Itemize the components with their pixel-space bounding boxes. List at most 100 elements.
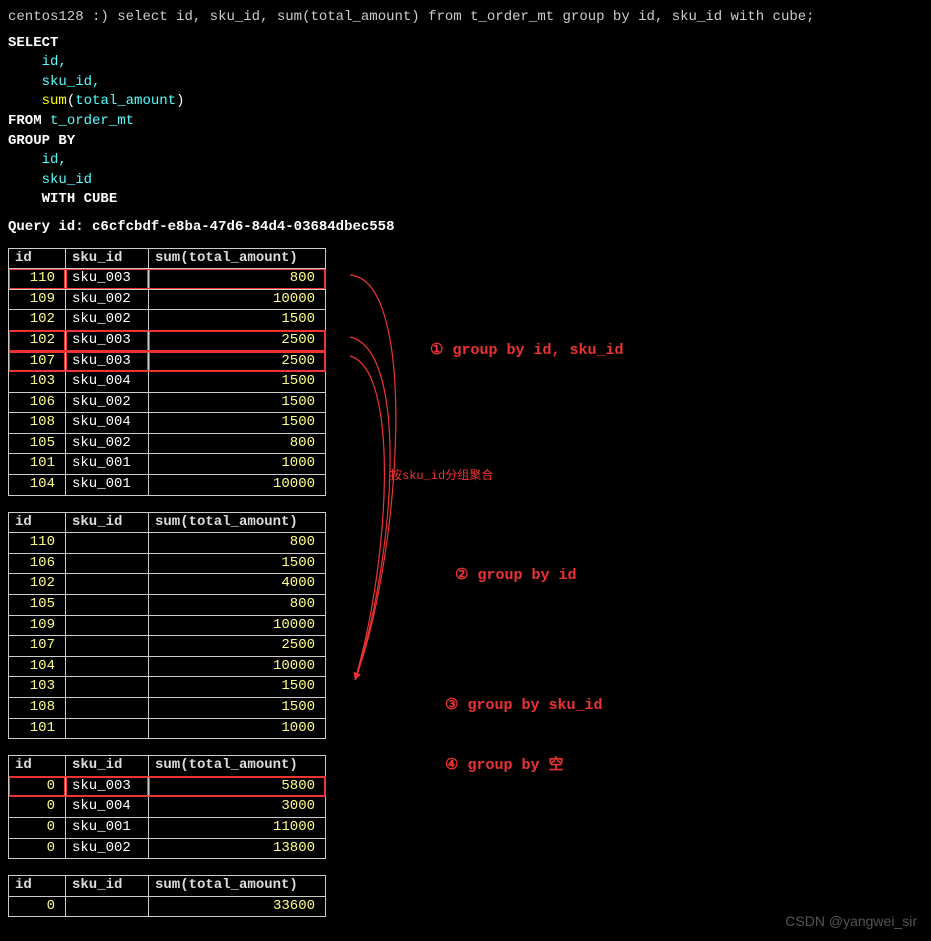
sql-from: FROM bbox=[8, 113, 42, 129]
table-row: 105sku_002800 bbox=[9, 433, 326, 454]
prompt-symbol: :) bbox=[92, 9, 109, 25]
cell-id: 102 bbox=[9, 330, 66, 351]
cell-sum: 1500 bbox=[149, 677, 326, 698]
cell-sum: 1500 bbox=[149, 310, 326, 331]
cell-id: 105 bbox=[9, 595, 66, 616]
table-row: 108 1500 bbox=[9, 698, 326, 719]
cell-id: 107 bbox=[9, 351, 66, 372]
sql-groupby: GROUP BY bbox=[8, 133, 75, 149]
cell-sku: sku_003 bbox=[66, 776, 149, 797]
col-sku: sku_id bbox=[66, 876, 149, 897]
cell-id: 0 bbox=[9, 797, 66, 818]
annotation-2: ② group by id bbox=[455, 565, 576, 586]
table-header: id sku_id sum(total_amount) bbox=[9, 512, 326, 533]
annotation-mid: 按sku_id分组聚合 bbox=[390, 468, 493, 485]
table-row: 0sku_0043000 bbox=[9, 797, 326, 818]
cell-sum: 1500 bbox=[149, 372, 326, 393]
table-header: id sku_id sum(total_amount) bbox=[9, 876, 326, 897]
cell-id: 104 bbox=[9, 475, 66, 496]
cell-id: 101 bbox=[9, 718, 66, 739]
cell-sum: 10000 bbox=[149, 475, 326, 496]
sql-gb2: sku_id bbox=[42, 172, 92, 188]
cell-sku bbox=[66, 595, 149, 616]
cell-sum: 10000 bbox=[149, 289, 326, 310]
col-sum: sum(total_amount) bbox=[149, 756, 326, 777]
cell-id: 102 bbox=[9, 310, 66, 331]
table-row: 110sku_003800 bbox=[9, 269, 326, 290]
result-table-3: id sku_id sum(total_amount) 0sku_0035800… bbox=[8, 755, 326, 859]
cell-sku bbox=[66, 553, 149, 574]
cell-sum: 1500 bbox=[149, 553, 326, 574]
table-row: 0sku_00213800 bbox=[9, 838, 326, 859]
table-row: 106 1500 bbox=[9, 553, 326, 574]
sql-table: t_order_mt bbox=[50, 113, 134, 129]
cell-sku: sku_002 bbox=[66, 289, 149, 310]
cell-sku: sku_004 bbox=[66, 797, 149, 818]
col-id: id bbox=[9, 512, 66, 533]
table-row: 105 800 bbox=[9, 595, 326, 616]
cell-id: 102 bbox=[9, 574, 66, 595]
cell-id: 106 bbox=[9, 392, 66, 413]
cell-sku: sku_001 bbox=[66, 475, 149, 496]
cell-sum: 2500 bbox=[149, 636, 326, 657]
query-id-label: Query id: bbox=[8, 219, 84, 235]
table-row: 102sku_0021500 bbox=[9, 310, 326, 331]
table-body-3: 0sku_00358000sku_00430000sku_001110000sk… bbox=[9, 776, 326, 858]
prompt-line: centos128 :) select id, sku_id, sum(tota… bbox=[8, 8, 923, 28]
sql-col1: id, bbox=[42, 54, 67, 70]
col-sum: sum(total_amount) bbox=[149, 876, 326, 897]
sql-rparen: ) bbox=[176, 93, 184, 109]
cell-sum: 1500 bbox=[149, 698, 326, 719]
cell-sum: 1500 bbox=[149, 413, 326, 434]
annotation-3: ③ group by sku_id bbox=[445, 695, 602, 716]
query-id-value: c6cfcbdf-e8ba-47d6-84d4-03684dbec558 bbox=[92, 219, 394, 235]
result-table-1: id sku_id sum(total_amount) 110sku_00380… bbox=[8, 248, 326, 496]
cell-sum: 800 bbox=[149, 533, 326, 554]
result-table-2: id sku_id sum(total_amount) 110800106 150… bbox=[8, 512, 326, 740]
cell-sum: 800 bbox=[149, 433, 326, 454]
cell-sum: 1000 bbox=[149, 454, 326, 475]
table-body-1: 110sku_003800109sku_00210000102sku_00215… bbox=[9, 269, 326, 496]
cell-id: 107 bbox=[9, 636, 66, 657]
cell-sku bbox=[66, 533, 149, 554]
cell-sku bbox=[66, 896, 149, 917]
cell-sum: 10000 bbox=[149, 615, 326, 636]
cell-sku: sku_003 bbox=[66, 330, 149, 351]
table-row: 108sku_0041500 bbox=[9, 413, 326, 434]
cell-sku: sku_004 bbox=[66, 413, 149, 434]
cell-id: 109 bbox=[9, 289, 66, 310]
cell-sku: sku_003 bbox=[66, 269, 149, 290]
sql-select: SELECT bbox=[8, 35, 58, 51]
table-row: 0sku_0035800 bbox=[9, 776, 326, 797]
cell-sku: sku_002 bbox=[66, 392, 149, 413]
table-header: id sku_id sum(total_amount) bbox=[9, 756, 326, 777]
cell-sku: sku_001 bbox=[66, 817, 149, 838]
cell-id: 103 bbox=[9, 372, 66, 393]
table-row: 102sku_0032500 bbox=[9, 330, 326, 351]
watermark: CSDN @yangwei_sir bbox=[785, 912, 917, 932]
cell-sku bbox=[66, 574, 149, 595]
cell-id: 108 bbox=[9, 698, 66, 719]
table-row: 106sku_0021500 bbox=[9, 392, 326, 413]
cell-sum: 800 bbox=[149, 269, 326, 290]
col-id: id bbox=[9, 876, 66, 897]
cell-id: 106 bbox=[9, 553, 66, 574]
cell-sku: sku_002 bbox=[66, 838, 149, 859]
cell-id: 109 bbox=[9, 615, 66, 636]
cell-sku: sku_002 bbox=[66, 310, 149, 331]
prompt-host: centos128 bbox=[8, 9, 84, 25]
table-row: 107sku_0032500 bbox=[9, 351, 326, 372]
table-row: 110800 bbox=[9, 533, 326, 554]
col-sum: sum(total_amount) bbox=[149, 248, 326, 269]
table-body-4: 033600 bbox=[9, 896, 326, 917]
cell-id: 0 bbox=[9, 896, 66, 917]
cell-sum: 2500 bbox=[149, 330, 326, 351]
table-row: 10410000 bbox=[9, 656, 326, 677]
cell-sum: 1500 bbox=[149, 392, 326, 413]
table-header: id sku_id sum(total_amount) bbox=[9, 248, 326, 269]
table-row: 101sku_0011000 bbox=[9, 454, 326, 475]
cell-sum: 800 bbox=[149, 595, 326, 616]
prompt-command: select id, sku_id, sum(total_amount) fro… bbox=[117, 9, 814, 25]
col-sku: sku_id bbox=[66, 248, 149, 269]
sql-fn-arg: total_amount bbox=[75, 93, 176, 109]
